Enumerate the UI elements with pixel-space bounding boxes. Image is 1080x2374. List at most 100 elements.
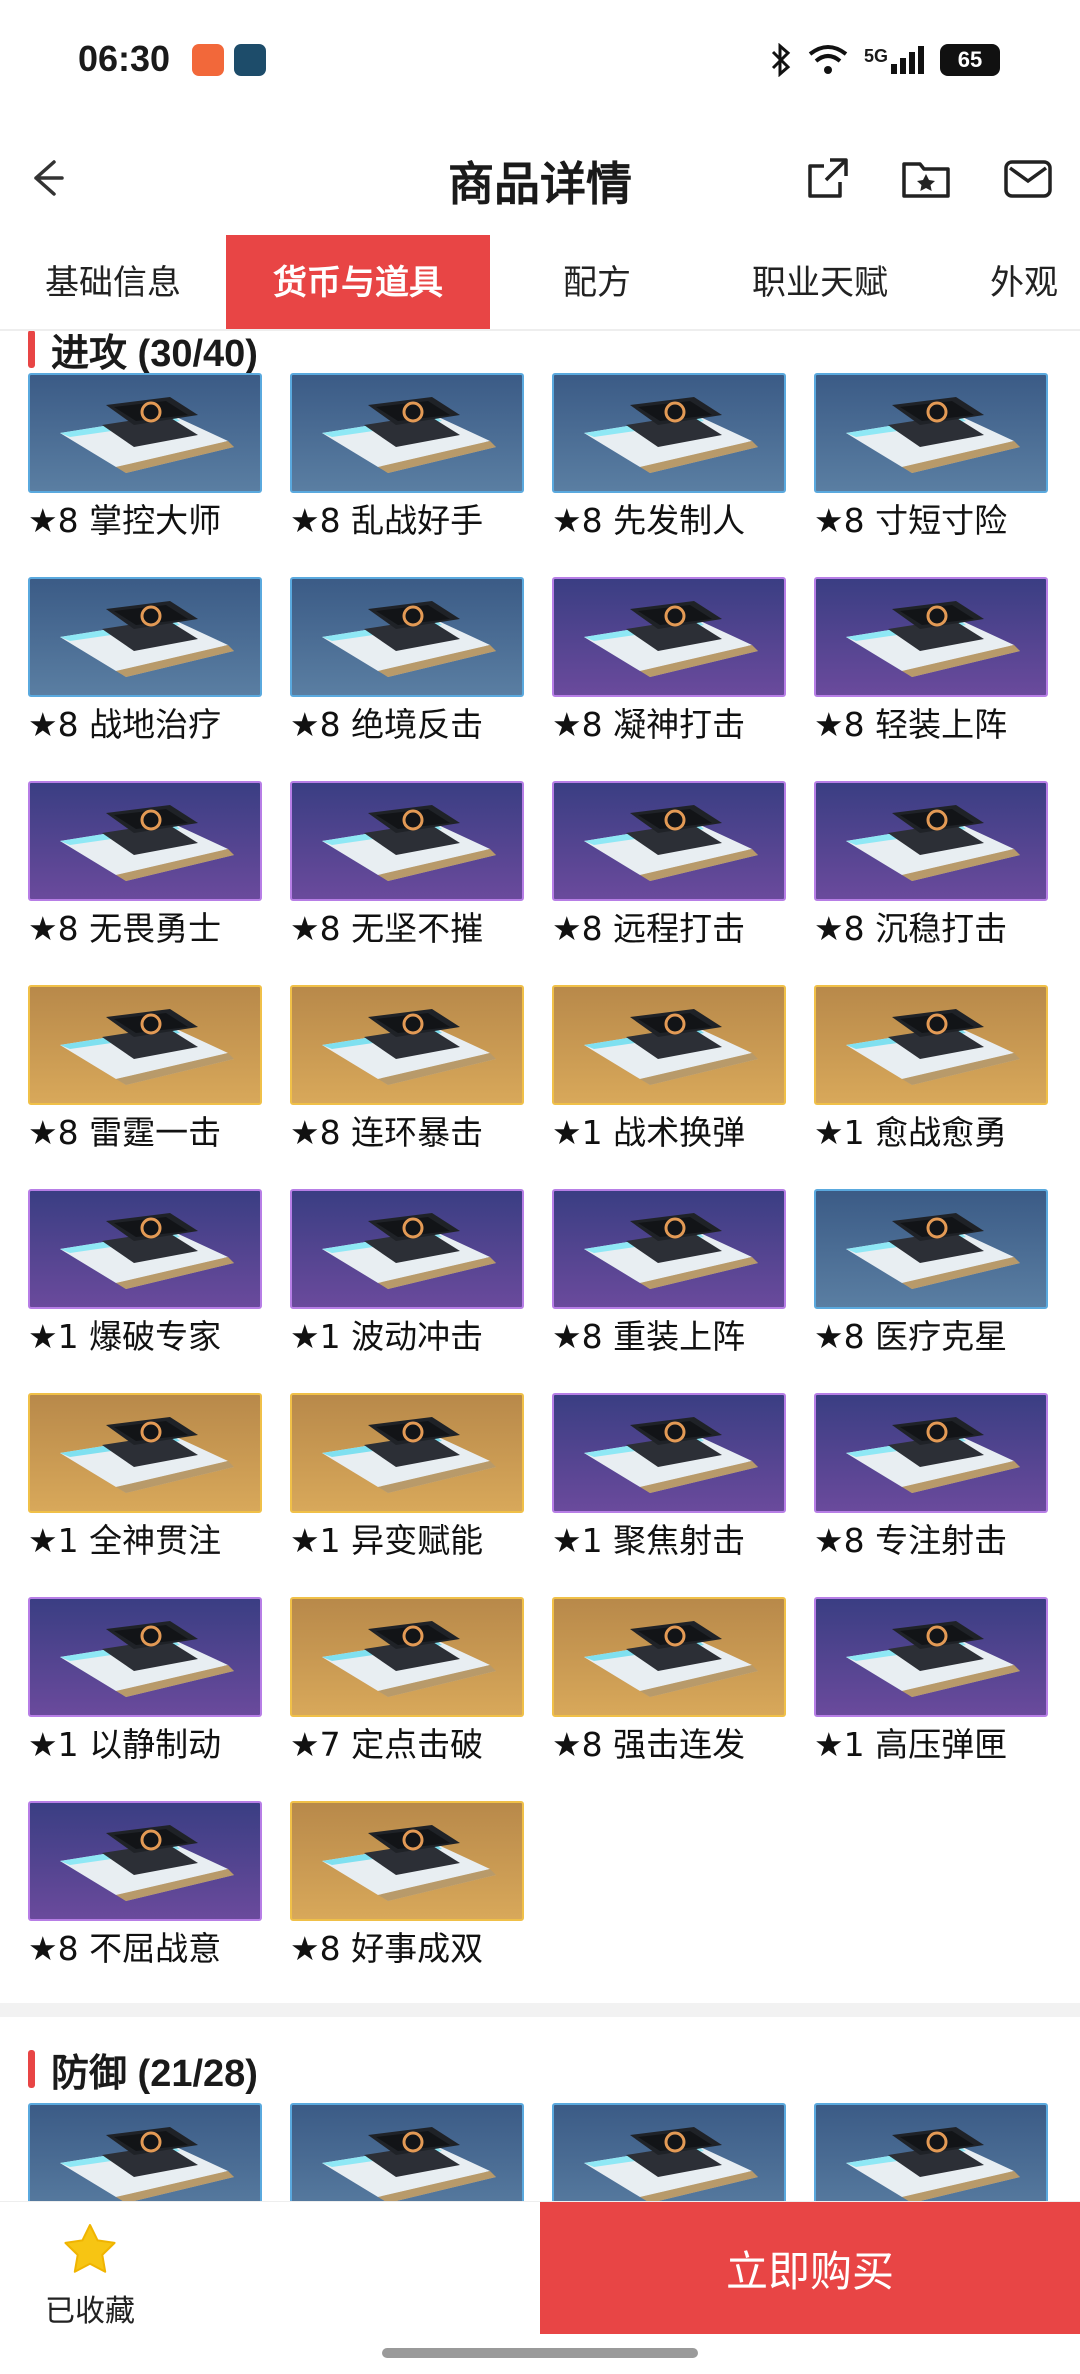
item-card[interactable]: ★8 先发制人 xyxy=(552,373,786,553)
chip-card-art xyxy=(322,1417,496,1493)
item-card[interactable]: ★8 乱战好手 xyxy=(290,373,524,553)
chip-card-art xyxy=(60,2127,234,2201)
item-card-label: ★1 聚焦射击 xyxy=(552,1521,746,1560)
item-card[interactable]: ★8 掌控大师 xyxy=(28,373,262,553)
item-card[interactable]: ★1 爆破专家 xyxy=(28,1189,262,1369)
home-indicator[interactable] xyxy=(382,2348,698,2358)
item-card[interactable]: ★8 寸短寸险 xyxy=(814,373,1048,553)
message-icon[interactable] xyxy=(1000,150,1056,206)
item-card-image xyxy=(290,2103,524,2201)
item-card[interactable]: ★1 战术换弹 xyxy=(552,985,786,1165)
chip-card-art xyxy=(584,1213,758,1289)
item-card-label: ★1 异变赋能 xyxy=(290,1521,484,1560)
item-card[interactable]: ★1 高压弹匣 xyxy=(814,1597,1048,1777)
item-card-image xyxy=(290,373,524,493)
item-card-image xyxy=(290,985,524,1105)
item-card[interactable]: ★8 不屈战意 xyxy=(28,1801,262,1981)
item-list[interactable]: 进攻 (30/40) ★8 掌控大师 ★8 乱战好手 ★8 先发制人 ★8 寸短寸险 ★… xyxy=(0,331,1080,2201)
item-card[interactable]: ★8 强击连发 xyxy=(552,1597,786,1777)
item-card-label: ★8 乱战好手 xyxy=(290,501,484,540)
section-accent-bar xyxy=(28,2050,35,2088)
item-card-image xyxy=(290,1189,524,1309)
tab-recipes[interactable]: 配方 xyxy=(490,235,704,329)
item-card[interactable]: ★8 绝境反击 xyxy=(290,577,524,757)
favorite-button[interactable]: 已收藏 xyxy=(40,2222,140,2330)
item-card-image xyxy=(814,781,1048,901)
chip-card-art xyxy=(846,1213,1020,1289)
item-card[interactable]: ★1 全神贯注 xyxy=(28,1393,262,1573)
item-card[interactable]: ★8 医疗克星 xyxy=(814,1189,1048,1369)
item-card-label: ★8 强击连发 xyxy=(552,1725,746,1764)
item-card[interactable]: ★1 异变赋能 xyxy=(290,1393,524,1573)
item-card-image xyxy=(28,1801,262,1921)
item-card[interactable]: ★1 聚焦射击 xyxy=(552,1393,786,1573)
item-card[interactable]: ★7 定点击破 xyxy=(290,1597,524,1777)
item-card[interactable] xyxy=(28,2103,262,2201)
tab-basic-info[interactable]: 基础信息 xyxy=(0,235,226,329)
chip-card-art xyxy=(584,1621,758,1697)
chip-card-art xyxy=(322,397,496,473)
item-card[interactable]: ★8 凝神打击 xyxy=(552,577,786,757)
item-card-label: ★8 轻装上阵 xyxy=(814,705,1008,744)
item-card[interactable]: ★8 好事成双 xyxy=(290,1801,524,1981)
bottom-action-bar: 已收藏 立即购买 xyxy=(0,2201,1080,2334)
item-card-image xyxy=(290,1597,524,1717)
item-card[interactable]: ★8 沉稳打击 xyxy=(814,781,1048,961)
share-icon[interactable] xyxy=(800,150,856,206)
item-card[interactable]: ★1 愈战愈勇 xyxy=(814,985,1048,1165)
item-card-image xyxy=(814,1597,1048,1717)
item-card-image xyxy=(28,2103,262,2201)
chip-card-art xyxy=(60,601,234,677)
item-card[interactable]: ★8 连环暴击 xyxy=(290,985,524,1165)
wifi-icon xyxy=(808,45,848,74)
item-card-label: ★8 绝境反击 xyxy=(290,705,484,744)
item-card-label: ★8 雷霆一击 xyxy=(28,1113,222,1152)
item-card-image xyxy=(552,781,786,901)
item-card[interactable] xyxy=(814,2103,1048,2201)
tab-appearance[interactable]: 外观 xyxy=(990,235,1080,329)
item-card[interactable] xyxy=(552,2103,786,2201)
item-card-label: ★1 愈战愈勇 xyxy=(814,1113,1008,1152)
item-card[interactable] xyxy=(290,2103,524,2201)
buy-now-button[interactable]: 立即购买 xyxy=(540,2202,1080,2334)
item-card-label: ★8 先发制人 xyxy=(552,501,746,540)
item-card[interactable]: ★8 战地治疗 xyxy=(28,577,262,757)
network-type: 5G xyxy=(863,46,888,66)
item-card-image xyxy=(814,2103,1048,2201)
item-card[interactable]: ★8 无坚不摧 xyxy=(290,781,524,961)
item-card-label: ★8 专注射击 xyxy=(814,1521,1008,1560)
item-card-image xyxy=(814,1393,1048,1513)
item-card[interactable]: ★8 无畏勇士 xyxy=(28,781,262,961)
chip-card-art xyxy=(846,1417,1020,1493)
item-card[interactable]: ★8 轻装上阵 xyxy=(814,577,1048,757)
item-card-image xyxy=(814,1189,1048,1309)
item-card-image xyxy=(814,373,1048,493)
item-card[interactable]: ★8 专注射击 xyxy=(814,1393,1048,1573)
item-card-label: ★8 远程打击 xyxy=(552,909,746,948)
chip-card-art xyxy=(322,805,496,881)
item-card[interactable]: ★8 雷霆一击 xyxy=(28,985,262,1165)
section-title-attack: 进攻 (30/40) xyxy=(28,331,258,375)
item-card-image xyxy=(290,577,524,697)
chip-card-art xyxy=(584,805,758,881)
item-card-image xyxy=(814,577,1048,697)
tab-currency-items[interactable]: 货币与道具 xyxy=(226,235,490,329)
item-card[interactable]: ★8 远程打击 xyxy=(552,781,786,961)
favorite-folder-icon[interactable] xyxy=(898,150,954,206)
tab-class-talents[interactable]: 职业天赋 xyxy=(704,235,936,329)
item-card[interactable]: ★8 重装上阵 xyxy=(552,1189,786,1369)
chip-card-art xyxy=(584,601,758,677)
section-title-text: 进攻 (30/40) xyxy=(51,332,258,375)
item-card-image xyxy=(552,373,786,493)
item-card[interactable]: ★1 波动冲击 xyxy=(290,1189,524,1369)
favorite-label: 已收藏 xyxy=(45,2294,135,2329)
item-card-image xyxy=(552,577,786,697)
signal-indicator: 5G xyxy=(864,46,924,74)
item-card-label: ★8 无畏勇士 xyxy=(28,909,222,948)
item-card-label: ★1 全神贯注 xyxy=(28,1521,222,1560)
item-card[interactable]: ★1 以静制动 xyxy=(28,1597,262,1777)
item-card-label: ★7 定点击破 xyxy=(290,1725,484,1764)
chip-card-art xyxy=(322,601,496,677)
chip-card-art xyxy=(322,1213,496,1289)
item-card-label: ★8 凝神打击 xyxy=(552,705,746,744)
